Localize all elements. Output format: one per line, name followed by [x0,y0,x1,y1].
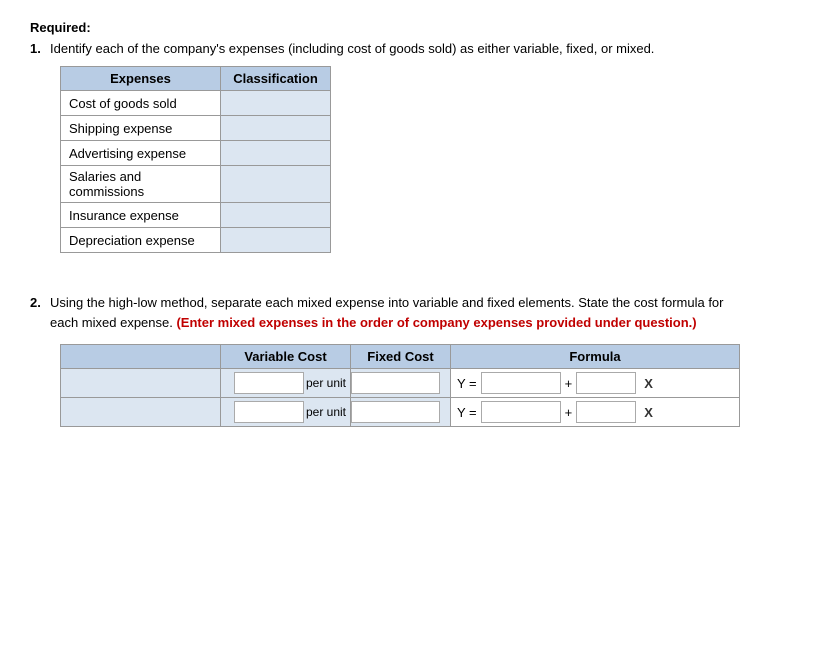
q2-fixed-cost-input-0[interactable] [351,372,440,394]
q2-col-formula: Formula [451,345,740,369]
q1-row: Cost of goods sold [61,91,331,116]
q1-classification-cell-1 [221,116,331,141]
q1-classification-input-2[interactable] [221,141,330,165]
q2-name-cell-0 [61,369,221,398]
q1-classification-input-5[interactable] [221,228,330,252]
q2-plus-sign-1: + [565,405,573,420]
q2-instruction-highlight: (Enter mixed expenses in the order of co… [176,315,696,330]
q1-expense-2: Advertising expense [61,141,221,166]
q2-y-eq-0: Y = [457,376,477,391]
q1-expense-3: Salaries and commissions [61,166,221,203]
q1-classification-cell-2 [221,141,331,166]
q1-number: 1. [30,41,44,56]
q1-row: Shipping expense [61,116,331,141]
q2-formula-input-0[interactable] [481,372,561,394]
q2-plus-sign-0: + [565,376,573,391]
q2-formula-cell-0: Y = + X [451,369,740,398]
q1-classification-cell-0 [221,91,331,116]
q2-row-1: per unit Y = + X [61,398,740,427]
required-label: Required: [30,20,803,35]
q2-variable-cost-input-0[interactable] [234,372,304,394]
q2-fixed-cost-cell-0 [351,369,451,398]
q2-row-0: per unit Y = + X [61,369,740,398]
q1-row: Salaries and commissions [61,166,331,203]
q1-classification-input-4[interactable] [221,203,330,227]
q2-x-input-0[interactable] [576,372,636,394]
q1-row: Advertising expense [61,141,331,166]
q2-x-button-1[interactable]: X [640,403,657,422]
q2-name-cell-1 [61,398,221,427]
q1-classification-input-1[interactable] [221,116,330,140]
q2-variable-cost-input-1[interactable] [234,401,304,423]
q1-expense-1: Shipping expense [61,116,221,141]
q2-fixed-cost-input-1[interactable] [351,401,440,423]
q2-col-variable: Variable Cost [221,345,351,369]
q1-expense-5: Depreciation expense [61,228,221,253]
q1-classification-input-0[interactable] [221,91,330,115]
q2-x-button-0[interactable]: X [640,374,657,393]
q2-y-eq-1: Y = [457,405,477,420]
q1-classification-cell-3 [221,166,331,203]
q2-name-input-0[interactable] [61,371,220,395]
q1-classification-input-3[interactable] [221,172,330,196]
q2-number: 2. [30,293,44,332]
q1-expense-0: Cost of goods sold [61,91,221,116]
q2-formula-cell-1: Y = + X [451,398,740,427]
q1-col-classification: Classification [221,67,331,91]
q2-table: Variable Cost Fixed Cost Formula per uni… [60,344,740,427]
q1-col-expenses: Expenses [61,67,221,91]
q1-classification-cell-5 [221,228,331,253]
q2-variable-cost-cell-0: per unit [221,369,351,398]
q1-instruction: Identify each of the company's expenses … [50,41,654,56]
q2-col-blank [61,345,221,369]
q2-fixed-cost-cell-1 [351,398,451,427]
q1-expense-4: Insurance expense [61,203,221,228]
q1-row: Depreciation expense [61,228,331,253]
q2-instruction: Using the high-low method, separate each… [50,293,750,332]
q2-col-fixed: Fixed Cost [351,345,451,369]
q2-per-unit-label-1: per unit [306,405,346,419]
q2-name-input-1[interactable] [61,400,220,424]
q1-table: Expenses Classification Cost of goods so… [60,66,331,253]
q2-x-input-1[interactable] [576,401,636,423]
q2-per-unit-label-0: per unit [306,376,346,390]
q2-formula-input-1[interactable] [481,401,561,423]
q2-variable-cost-cell-1: per unit [221,398,351,427]
q1-classification-cell-4 [221,203,331,228]
q1-row: Insurance expense [61,203,331,228]
